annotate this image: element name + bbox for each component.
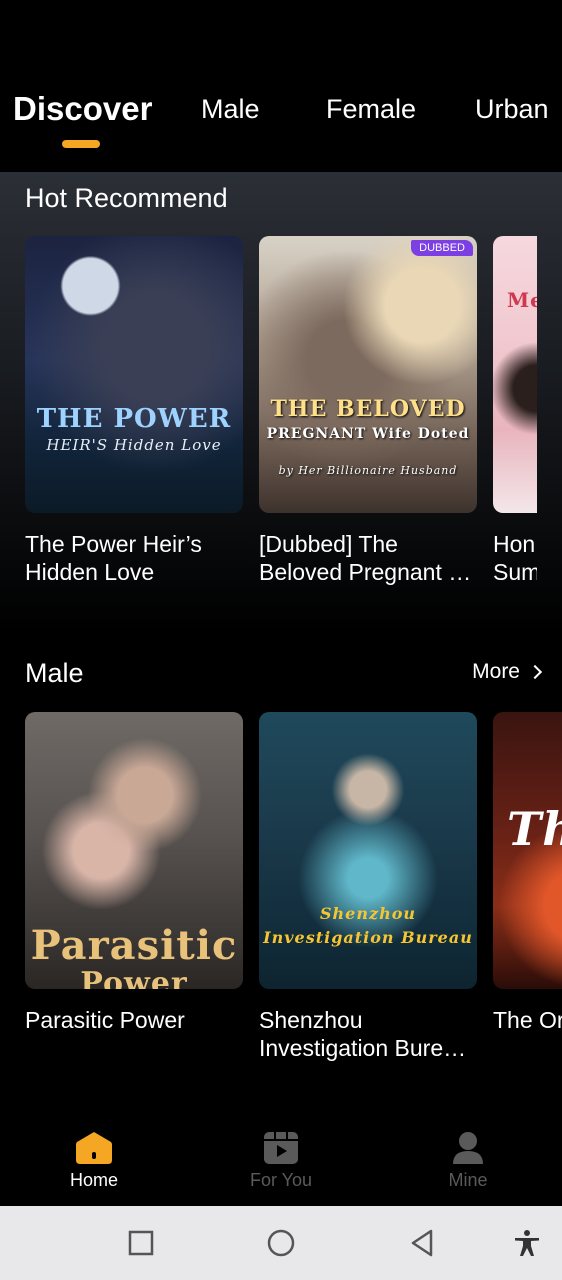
poster-subtitle-art: HEIR'S Hidden Love xyxy=(46,436,222,454)
back-icon[interactable] xyxy=(407,1228,437,1258)
tab-male[interactable]: Male xyxy=(201,94,260,125)
poster-title-art: THE POWER xyxy=(36,404,232,434)
poster-image[interactable]: Parasitic Power xyxy=(25,712,243,989)
system-navigation-bar xyxy=(0,1206,562,1280)
poster-tagline-art: by Her Billionaire Husband xyxy=(278,464,458,477)
card-title[interactable]: Hon Sum xyxy=(493,530,537,586)
card-title[interactable]: Parasitic Power xyxy=(25,1006,243,1034)
poster-title-art: Th xyxy=(507,802,562,856)
poster-image[interactable]: THE POWER HEIR'S Hidden Love xyxy=(25,236,243,513)
poster-subtitle-art: Investigation Bureau xyxy=(263,928,473,947)
nav-mine[interactable]: Mine xyxy=(408,1130,528,1191)
more-link[interactable]: More xyxy=(472,660,543,684)
bottom-nav: Home For You Mine xyxy=(0,1120,562,1206)
card-title[interactable]: [Dubbed] The Beloved Pregnant … xyxy=(259,530,477,586)
poster-image[interactable]: DUBBED THE BELOVED PREGNANT Wife Doted b… xyxy=(259,236,477,513)
drama-card[interactable]: Me Hon Sum xyxy=(493,236,537,596)
card-title[interactable]: Shenzhou Investigation Bure… xyxy=(259,1006,477,1062)
poster-subtitle-art: Power xyxy=(80,966,188,989)
card-title[interactable]: The Power Heir’s Hidden Love xyxy=(25,530,243,586)
nav-home-label: Home xyxy=(69,1170,118,1190)
poster-title-art: Parasitic xyxy=(30,922,238,969)
nav-home[interactable]: Home xyxy=(34,1130,154,1191)
tab-discover[interactable]: Discover xyxy=(13,90,152,128)
tab-urban[interactable]: Urban xyxy=(475,94,549,125)
tab-female[interactable]: Female xyxy=(326,94,416,125)
poster-image[interactable]: Me xyxy=(493,236,537,513)
nav-mine-label: Mine xyxy=(448,1170,488,1190)
active-tab-indicator xyxy=(62,140,100,148)
card-title-line: Sum xyxy=(493,559,537,585)
accessibility-icon[interactable] xyxy=(512,1228,542,1258)
person-icon xyxy=(453,1132,483,1164)
poster-image[interactable]: Shenzhou Investigation Bureau xyxy=(259,712,477,989)
card-title[interactable]: The Or xyxy=(493,1006,562,1034)
dubbed-badge: DUBBED xyxy=(411,240,473,256)
poster-title-art: THE BELOVED xyxy=(270,396,466,422)
section-title-male: Male xyxy=(25,658,84,688)
nav-for-you-label: For You xyxy=(249,1170,313,1190)
poster-title-art: Shenzhou xyxy=(319,904,417,923)
poster-title-art: Me xyxy=(507,288,537,312)
chevron-right-icon xyxy=(527,664,543,680)
home-icon xyxy=(76,1132,112,1164)
top-tab-bar: Discover Male Female Urban xyxy=(0,0,562,172)
poster-subtitle-art: PREGNANT Wife Doted xyxy=(266,426,470,442)
nav-for-you[interactable]: For You xyxy=(221,1130,341,1191)
recent-apps-icon[interactable] xyxy=(126,1228,156,1258)
play-video-icon xyxy=(264,1132,298,1164)
card-title-line: Hon xyxy=(493,531,536,557)
more-label: More xyxy=(472,660,520,683)
poster-image[interactable]: Th xyxy=(493,712,562,989)
home-circle-icon[interactable] xyxy=(266,1228,296,1258)
drama-card[interactable]: Th The Or xyxy=(493,712,562,1072)
section-title-hot-recommend: Hot Recommend xyxy=(25,183,228,213)
